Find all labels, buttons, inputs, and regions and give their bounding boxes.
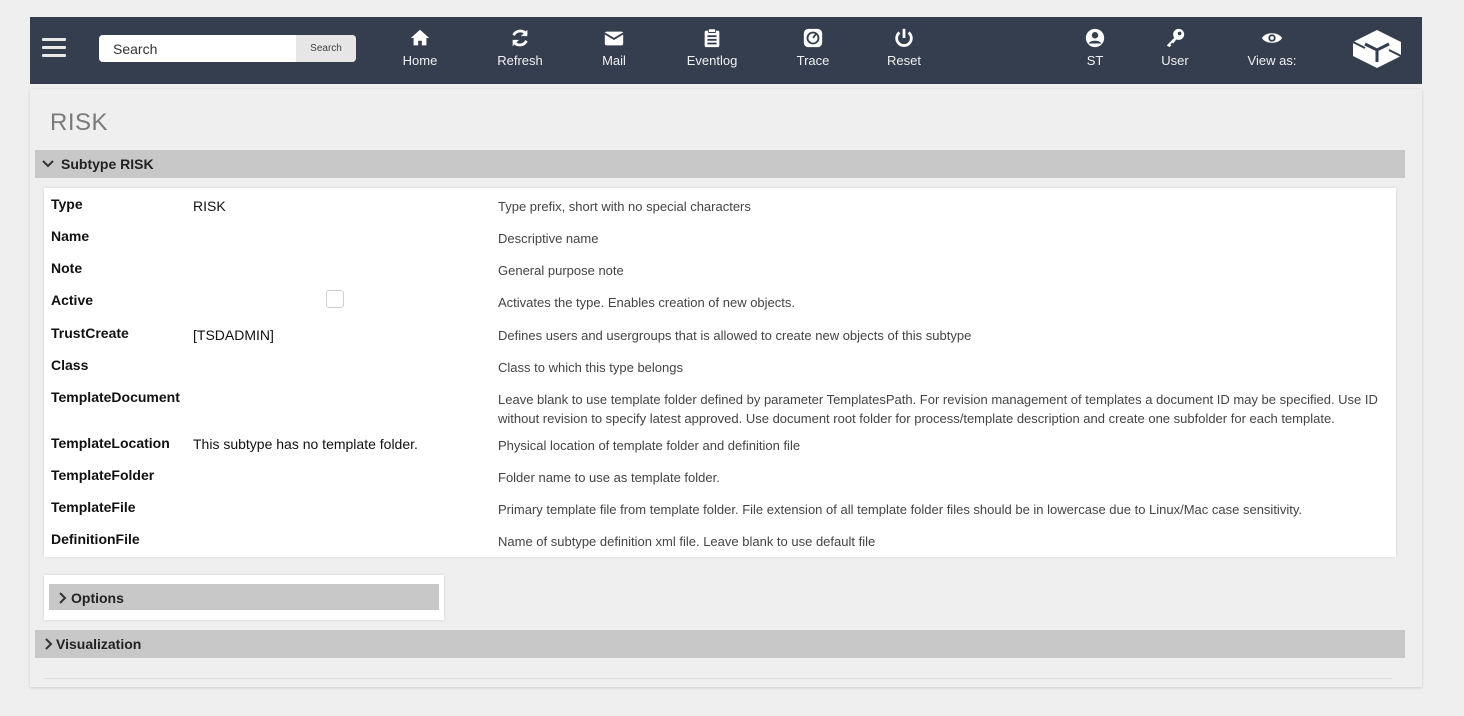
section-options-title: Options — [71, 590, 124, 606]
section-subtype-header[interactable]: Subtype RISK — [35, 150, 1405, 178]
field-value: [TSDADMIN] — [193, 327, 274, 343]
nav-mail-label: Mail — [602, 53, 626, 68]
nav-view-as[interactable]: View as: — [1232, 27, 1312, 77]
field-description: Type prefix, short with no special chara… — [498, 199, 751, 214]
field-value: This subtype has no template folder. — [193, 436, 418, 452]
chevron-right-icon — [45, 638, 53, 650]
nav-current-user-label: ST — [1086, 53, 1104, 68]
field-label: TemplateLocation — [51, 435, 170, 451]
main-panel: RISK Subtype RISK Type RISK Type prefix,… — [30, 89, 1422, 687]
search-box: Search — [99, 35, 356, 62]
page-title: RISK — [50, 109, 109, 136]
chevron-down-icon — [42, 160, 54, 168]
options-panel: Options — [44, 575, 444, 620]
field-description: Name of subtype definition xml file. Lea… — [498, 534, 876, 549]
nav-trace[interactable]: Trace — [773, 27, 853, 77]
field-label: Class — [51, 357, 89, 373]
menu-icon[interactable] — [42, 38, 66, 58]
field-label: TrustCreate — [51, 325, 129, 341]
nav-refresh[interactable]: Refresh — [480, 27, 560, 77]
chevron-right-icon — [59, 592, 67, 604]
power-icon — [895, 28, 913, 47]
logo-icon — [1352, 30, 1402, 68]
home-icon — [410, 29, 430, 46]
field-description: Descriptive name — [498, 231, 599, 246]
trace-icon — [803, 28, 823, 48]
nav-reset-label: Reset — [887, 53, 921, 68]
field-description: Folder name to use as template folder. — [498, 470, 720, 485]
section-options-header[interactable]: Options — [49, 584, 439, 610]
top-navbar: Search Home Refresh Mail Eventlog Trace … — [30, 17, 1422, 84]
nav-view-as-label: View as: — [1247, 53, 1297, 68]
refresh-icon — [512, 29, 528, 47]
field-description: Physical location of template folder and… — [498, 438, 801, 453]
user-icon — [1085, 28, 1105, 48]
nav-home-label: Home — [402, 53, 438, 68]
divider — [44, 678, 1392, 679]
nav-user[interactable]: User — [1135, 27, 1215, 77]
clipboard-icon — [704, 28, 720, 48]
nav-user-label: User — [1161, 53, 1189, 68]
field-label: Name — [51, 228, 90, 244]
section-subtype-title: Subtype RISK — [61, 156, 154, 172]
key-icon — [1166, 28, 1185, 48]
field-description: Class to which this type belongs — [498, 360, 683, 375]
eye-icon — [1261, 33, 1283, 43]
search-input[interactable] — [99, 35, 303, 62]
nav-home[interactable]: Home — [380, 27, 460, 77]
field-label: DefinitionFile — [51, 531, 140, 547]
field-label: TemplateDocument — [51, 389, 180, 405]
field-label: Type — [51, 196, 83, 212]
nav-current-user[interactable]: ST — [1055, 27, 1135, 77]
nav-refresh-label: Refresh — [497, 53, 543, 68]
mail-icon — [604, 31, 624, 46]
search-button[interactable]: Search — [296, 35, 356, 62]
field-value-link[interactable]: RISK — [193, 198, 226, 214]
nav-trace-label: Trace — [796, 53, 830, 68]
field-label: Note — [51, 260, 83, 276]
nav-eventlog-label: Eventlog — [686, 53, 738, 68]
nav-eventlog[interactable]: Eventlog — [672, 27, 752, 77]
field-label: Active — [51, 292, 94, 308]
field-description: General purpose note — [498, 263, 624, 278]
field-description: Activates the type. Enables creation of … — [498, 295, 796, 310]
nav-reset[interactable]: Reset — [864, 27, 944, 77]
field-label: TemplateFolder — [51, 467, 155, 483]
field-label: TemplateFile — [51, 499, 136, 515]
field-description: Defines users and usergroups that is all… — [498, 328, 972, 343]
section-visualization-title: Visualization — [56, 636, 142, 652]
section-visualization-header[interactable]: Visualization — [35, 630, 1405, 658]
field-description: Primary template file from template fold… — [498, 502, 1302, 517]
nav-mail[interactable]: Mail — [574, 27, 654, 77]
field-description: Leave blank to use template folder defin… — [498, 392, 1378, 426]
subtype-form: Type RISK Type prefix, short with no spe… — [44, 188, 1396, 557]
active-checkbox[interactable] — [326, 290, 344, 308]
